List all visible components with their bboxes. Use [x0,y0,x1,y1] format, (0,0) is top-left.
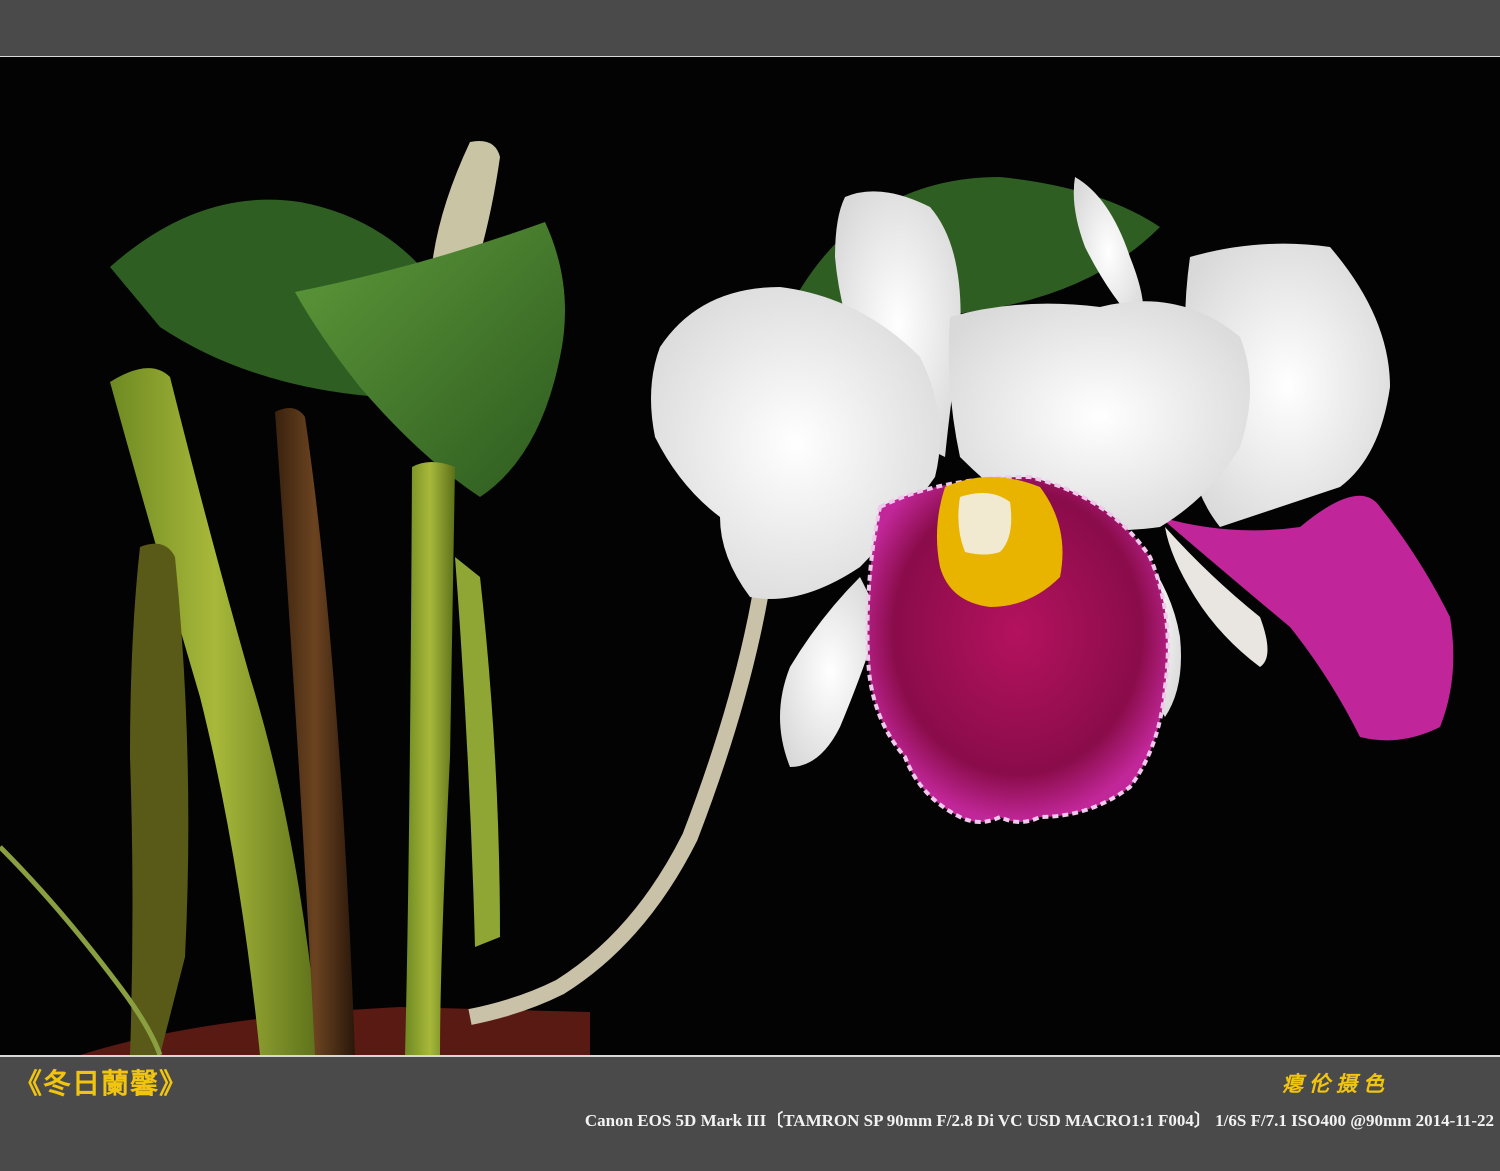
photographer-signature: 瘪伦摄色 [1282,1071,1390,1096]
flower-stalk [468,595,768,1025]
column [958,493,1012,555]
main-stem [405,462,455,1055]
back-flower-lip [1160,495,1454,741]
top-frame-band [0,0,1500,56]
photo-title: 《冬日蘭馨》 [14,1067,189,1100]
side-stem [455,557,500,947]
exif-info: Canon EOS 5D Mark III〔TAMRON SP 90mm F/2… [584,1111,1494,1130]
orchid-photo [0,57,1500,1055]
lower-left-sepal [780,577,880,767]
pseudobulb-far [130,543,189,1055]
orchid-illustration [0,141,1454,1055]
